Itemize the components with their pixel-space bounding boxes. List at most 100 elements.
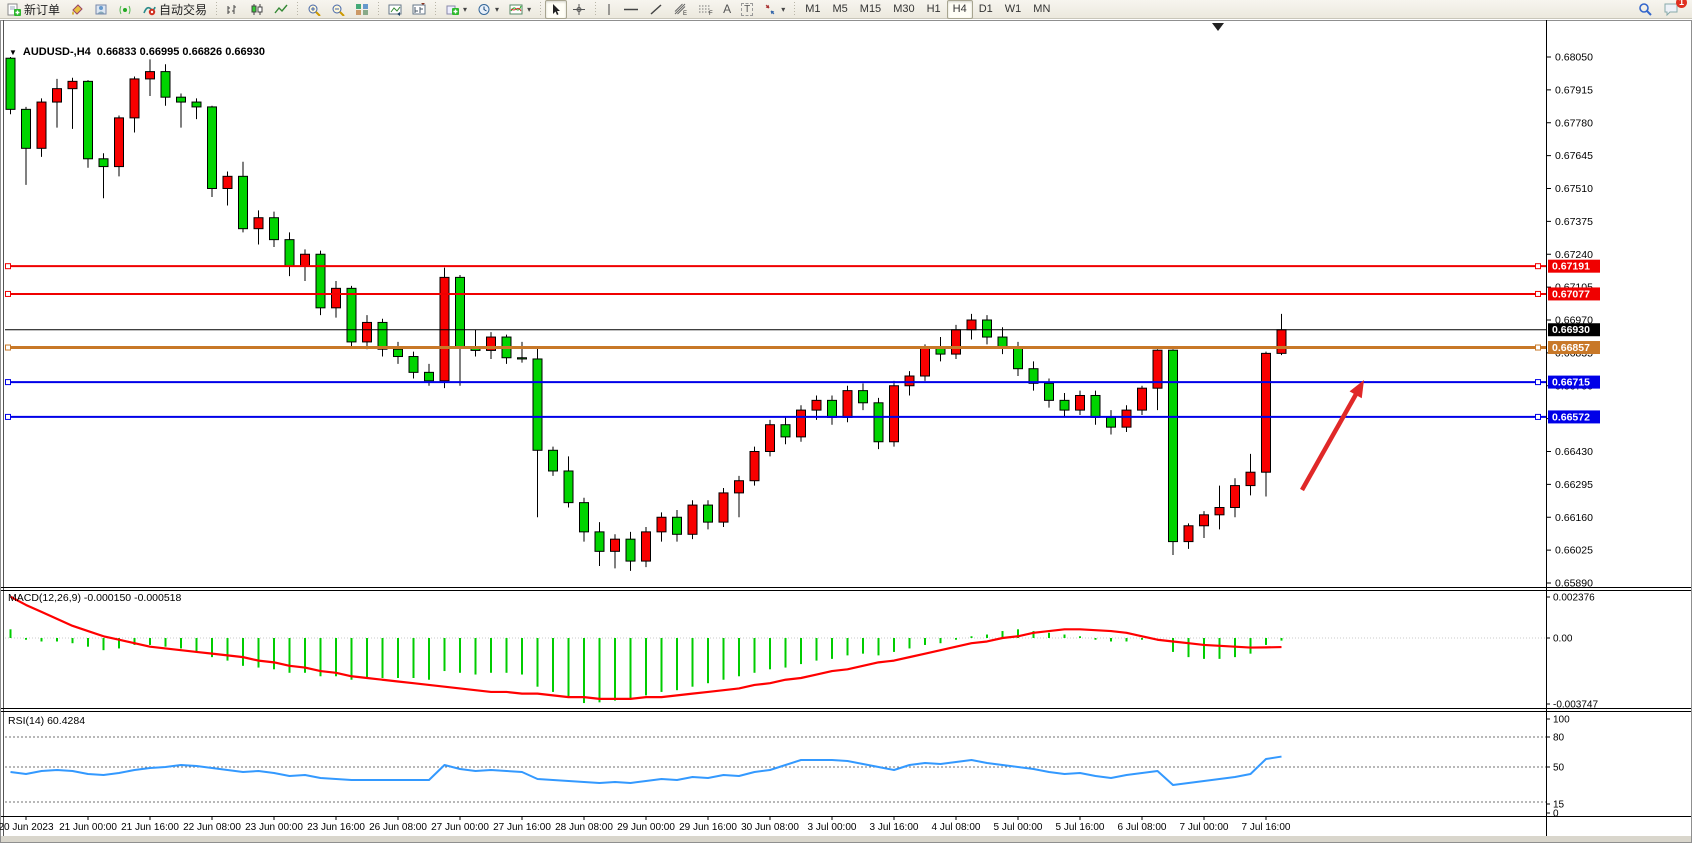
candle-bearish xyxy=(673,517,682,534)
candle-bearish xyxy=(270,218,279,240)
candle-bearish xyxy=(177,97,186,102)
line-anchor-handle[interactable] xyxy=(1536,414,1541,419)
candle-bearish xyxy=(998,337,1007,347)
line-anchor-handle[interactable] xyxy=(1536,380,1541,385)
rsi-axis-label: 80 xyxy=(1553,733,1565,744)
time-axis-label: 29 Jun 16:00 xyxy=(679,822,737,833)
candle-bullish xyxy=(766,425,775,452)
candle-bearish xyxy=(84,81,93,158)
candle-bullish xyxy=(130,79,139,118)
candle-bullish xyxy=(1277,330,1286,354)
candle-bearish xyxy=(1169,350,1178,541)
candle-bullish xyxy=(719,493,728,522)
candle-bullish xyxy=(1184,526,1193,542)
time-axis-label: 21 Jun 16:00 xyxy=(121,822,179,833)
rsi-axis-label: 0 xyxy=(1553,809,1559,820)
candle-bearish xyxy=(983,320,992,337)
candle-bearish xyxy=(859,391,868,403)
line-anchor-handle[interactable] xyxy=(1536,345,1541,350)
price-line-label: 0.67077 xyxy=(1552,288,1590,300)
candle-bearish xyxy=(595,532,604,551)
candle-bullish xyxy=(905,376,914,386)
line-anchor-handle[interactable] xyxy=(6,345,11,350)
line-anchor-handle[interactable] xyxy=(1536,291,1541,296)
line-anchor-handle[interactable] xyxy=(6,380,11,385)
line-anchor-handle[interactable] xyxy=(6,264,11,269)
time-axis-label: 22 Jun 08:00 xyxy=(183,822,241,833)
candle-bearish xyxy=(704,505,713,522)
chart-symbol-label: AUDUSD-,H4 xyxy=(23,46,91,58)
price-axis-tick-label: 0.67915 xyxy=(1555,84,1593,96)
candle-bullish xyxy=(890,386,899,442)
price-axis-tick-label: 0.66295 xyxy=(1555,479,1593,491)
line-anchor-handle[interactable] xyxy=(6,291,11,296)
candle-bullish xyxy=(115,118,124,167)
candle-bullish xyxy=(146,72,155,79)
candle-bullish xyxy=(921,347,930,376)
candle-bullish xyxy=(1076,395,1085,410)
time-axis-label: 3 Jul 16:00 xyxy=(870,822,919,833)
chevron-down-icon[interactable]: ▼ xyxy=(9,48,17,57)
candle-bearish xyxy=(208,107,217,189)
candle-bullish xyxy=(1122,410,1131,427)
chart-ohlc-values: 0.66833 0.66995 0.66826 0.66930 xyxy=(97,46,265,58)
candle-bearish xyxy=(161,72,170,98)
time-axis-label: 27 Jun 00:00 xyxy=(431,822,489,833)
candle-bearish xyxy=(533,359,542,450)
candle-bearish xyxy=(409,357,418,373)
price-axis-tick-label: 0.65890 xyxy=(1555,578,1593,590)
candle-bullish xyxy=(1200,515,1209,526)
candle-bearish xyxy=(874,403,883,442)
candle-bullish xyxy=(688,505,697,534)
price-line-label: 0.66930 xyxy=(1552,324,1590,336)
candle-bearish xyxy=(828,400,837,417)
candle-bullish xyxy=(952,330,961,354)
macd-axis-label: -0.003747 xyxy=(1553,700,1598,711)
macd-indicator-label: MACD(12,26,9) -0.000150 -0.000518 xyxy=(8,592,182,604)
candle-bearish xyxy=(456,277,465,346)
candle-bearish xyxy=(580,503,589,532)
candle-bullish xyxy=(301,254,310,266)
price-axis-tick-label: 0.67375 xyxy=(1555,216,1593,228)
price-axis-tick-label: 0.66160 xyxy=(1555,512,1593,524)
time-axis-label: 28 Jun 08:00 xyxy=(555,822,613,833)
line-anchor-handle[interactable] xyxy=(1536,264,1541,269)
candle-bearish xyxy=(316,254,325,308)
candle-bullish xyxy=(1138,388,1147,410)
candle-bearish xyxy=(626,539,635,561)
time-axis-label: 5 Jul 00:00 xyxy=(994,822,1043,833)
candle-bearish xyxy=(1107,417,1116,427)
candle-bullish xyxy=(657,517,666,532)
candle-bullish xyxy=(843,391,852,418)
candle-bearish xyxy=(549,450,558,471)
time-axis-label: 3 Jul 00:00 xyxy=(808,822,857,833)
time-axis-label: 4 Jul 08:00 xyxy=(932,822,981,833)
price-line-label: 0.66857 xyxy=(1552,342,1590,354)
candle-bullish xyxy=(37,102,46,148)
chart-window-frame xyxy=(1,21,1692,843)
candle-bearish xyxy=(394,349,403,356)
candle-bullish xyxy=(332,288,341,307)
macd-axis-label: 0.002376 xyxy=(1553,593,1595,604)
candle-bullish xyxy=(440,277,449,380)
line-anchor-handle[interactable] xyxy=(6,414,11,419)
chart-title: ▼ AUDUSD-,H4 0.66833 0.66995 0.66826 0.6… xyxy=(9,46,265,58)
candle-bullish xyxy=(812,400,821,410)
time-axis-label: 30 Jun 08:00 xyxy=(741,822,799,833)
price-axis-tick-label: 0.67645 xyxy=(1555,150,1593,162)
candle-bearish xyxy=(1045,383,1054,400)
candle-bullish xyxy=(223,176,232,188)
price-line-label: 0.67191 xyxy=(1552,261,1590,273)
chart-canvas[interactable]: 0.680500.679150.677800.676450.675100.673… xyxy=(0,0,1692,843)
candle-bearish xyxy=(285,240,294,267)
candle-bearish xyxy=(781,425,790,437)
price-axis-tick-label: 0.68050 xyxy=(1555,52,1593,64)
status-strip xyxy=(1,836,1691,842)
candle-bullish xyxy=(735,481,744,493)
candle-bullish xyxy=(254,218,263,229)
candle-bullish xyxy=(363,322,372,341)
rsi-axis-label: 100 xyxy=(1553,715,1570,726)
candle-bearish xyxy=(1014,347,1023,369)
candle-bearish xyxy=(564,471,573,503)
candle-bullish xyxy=(797,410,806,437)
